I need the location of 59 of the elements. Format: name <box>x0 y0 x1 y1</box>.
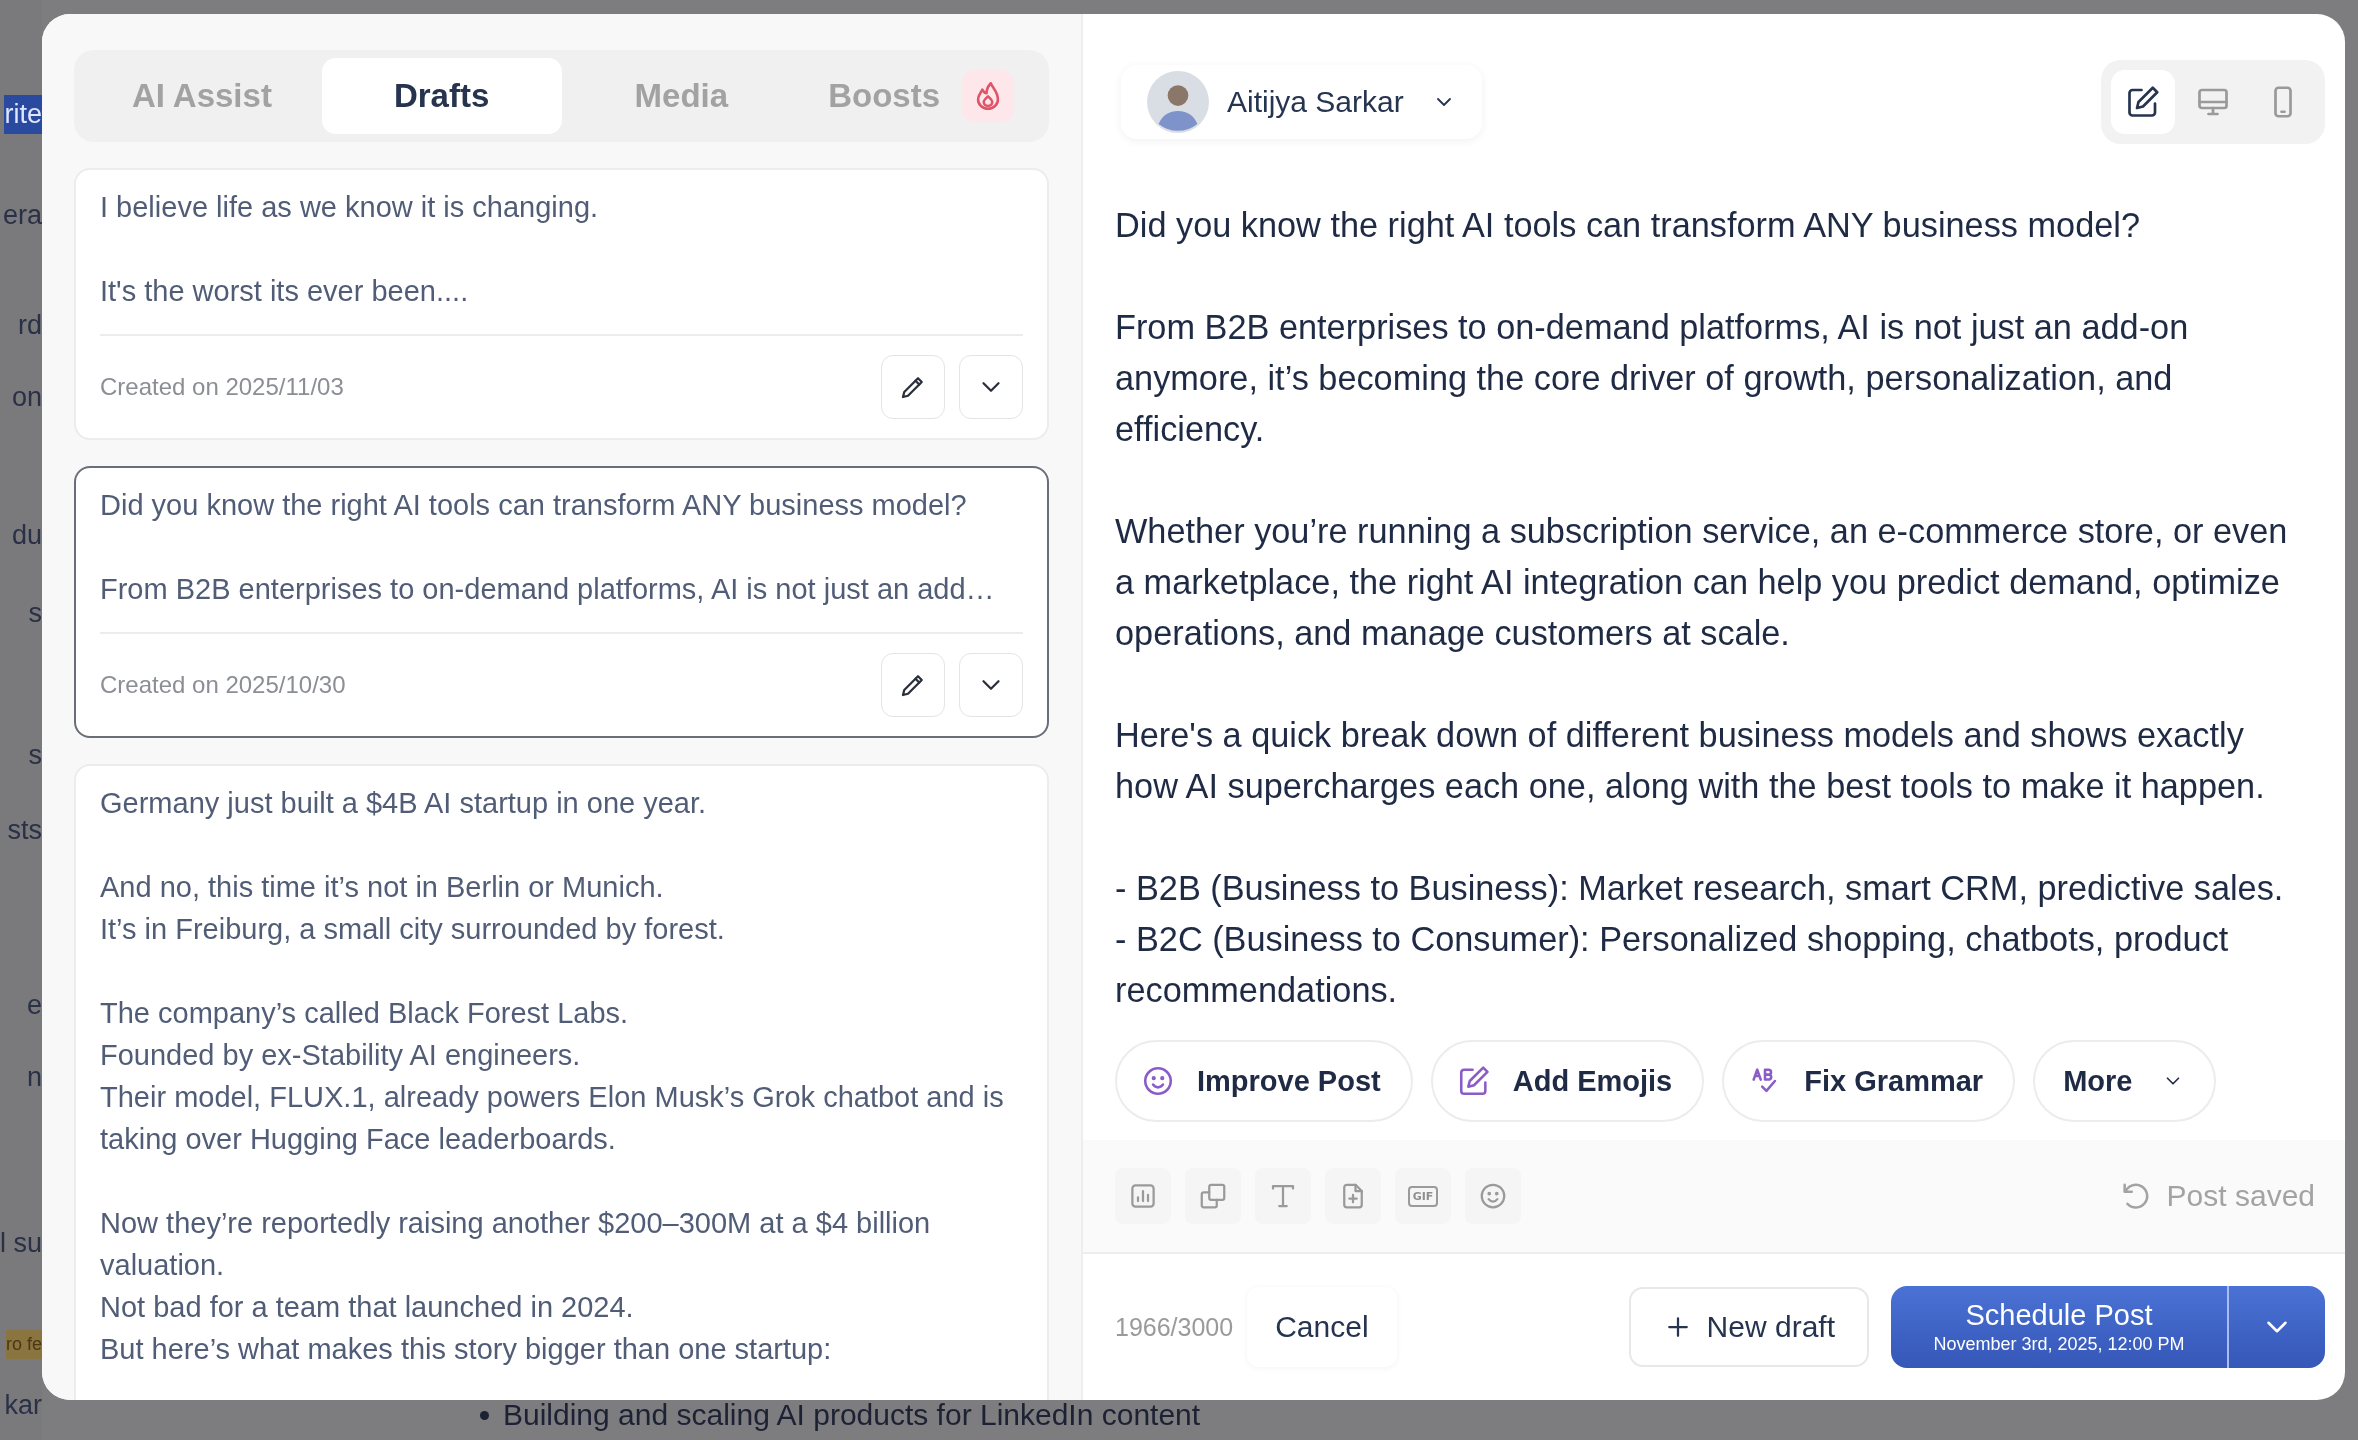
bullet-icon <box>480 1410 489 1420</box>
text-button[interactable] <box>1255 1168 1311 1224</box>
draft-text: Germany just built a $4B AI startup in one year. <box>100 786 708 821</box>
sidebar-label: kar <box>4 1390 42 1421</box>
ai-action-button[interactable]: Improve Post <box>1115 1040 1413 1122</box>
sidebar-label: s <box>28 598 42 629</box>
new-draft-button[interactable]: New draft <box>1628 1287 1869 1367</box>
post-text: Here's a quick break down of different business models and shows exactly how AI supercharges each one, along with the best tools to make it happen. <box>1115 715 2266 807</box>
post-text: Did you know the right AI tools can transform ANY business model? <box>1115 205 2141 246</box>
post-text: - B2B (Business to Business): Market research, smart CRM, predictive sales. - B2C (Business to Consumer): Personalized shopping, chatbots, product recommendations. <box>1115 868 2285 1011</box>
edit-button[interactable] <box>881 653 945 717</box>
copy-button[interactable] <box>1185 1168 1241 1224</box>
edit-view-button[interactable] <box>2111 70 2175 134</box>
created-date: Created on 2025/10/30 <box>100 671 347 699</box>
schedule-options-button[interactable] <box>2227 1286 2325 1368</box>
content-text: Building and scaling AI products for LinkedIn content <box>503 1398 1201 1432</box>
post-text: Whether you’re running a subscription service, an e-commerce store, or even a marketplace, the right AI integration can help you predict demand, optimize operations, and manage customers at scale. <box>1115 511 2289 654</box>
draft-card-selected[interactable]: Did you know the right AI tools can transform ANY business model? From B2B enterprises to on-demand platforms, AI is not just an add… Created on 2025/10/30 <box>74 466 1049 738</box>
sidebar-label: e <box>26 990 42 1021</box>
draft-card[interactable] <box>74 764 1049 1400</box>
ai-action-button[interactable]: Add Emojis <box>1430 1040 1705 1122</box>
chart-button[interactable] <box>1115 1168 1171 1224</box>
created-date: Created on 2025/11/03 <box>100 373 345 401</box>
sidebar-label: rite <box>4 95 42 134</box>
sidebar-label: on <box>11 382 42 413</box>
sidebar-label: n <box>26 1062 42 1093</box>
chart-icon <box>1128 1181 1158 1211</box>
sidebar-label: s <box>28 740 42 771</box>
draft-text: It's the worst its ever been.... <box>100 274 470 309</box>
draft-text: I believe life as we know it is changing. <box>100 190 600 225</box>
sidebar-label: era <box>2 200 42 231</box>
draft-text: Did you know the right AI tools can transform ANY business model? <box>100 488 968 523</box>
post-text: From B2B enterprises to on-demand platforms, AI is not just an add-on anymore, it’s becoming the core driver of growth, personalization, and efficiency. <box>1115 307 2190 450</box>
tab[interactable]: Drafts <box>321 58 562 134</box>
ai-action-button[interactable]: Fix Grammar <box>1722 1040 2016 1122</box>
sidebar-label: du <box>11 520 42 551</box>
draft-text: The company’s called Black Forest Labs. Founded by ex-Stability AI engineers. Their model, FLUX.1, already powers Elon Musk’s Grok chatbot and is taking over Hugging Face leaderboards. <box>100 996 1005 1157</box>
schedule-post-button[interactable]: Schedule Post November 3rd, 2025, 12:00 PM <box>1891 1286 2227 1368</box>
avatar-icon <box>1147 71 1209 133</box>
more-dropdown[interactable]: More <box>2033 1040 2217 1122</box>
smile-icon <box>1478 1181 1508 1211</box>
draft-text: Now they’re reportedly raising another $200–300M at a $4 billion valuation. Not bad for a team that launched in 2024. But here’s what makes this story bigger than one startup: <box>100 1206 932 1367</box>
edit-button[interactable] <box>881 355 945 419</box>
sidebar-label: ro fe <box>5 1330 42 1359</box>
save-status: Post saved <box>2166 1179 2315 1213</box>
smile-button[interactable] <box>1465 1168 1521 1224</box>
draft-card[interactable]: I believe life as we know it is changing. It's the worst its ever been.... Created on 2025/11/03 <box>74 168 1049 440</box>
draft-text: And no, this time it’s not in Berlin or Munich. It’s in Freiburg, a small city surrounded by forest. <box>100 870 726 947</box>
add-file-button[interactable] <box>1325 1168 1381 1224</box>
copy-icon <box>1198 1181 1228 1211</box>
sidebar-label: l su <box>0 1228 42 1259</box>
sidebar-label: sts <box>7 815 42 846</box>
author-selector[interactable]: Aitijya Sarkar <box>1121 65 1482 139</box>
sidebar-label: rd <box>18 310 42 341</box>
smile-icon <box>1141 1064 1175 1098</box>
draft-text: From B2B enterprises to on-demand platforms, AI is not just an add… <box>100 572 996 607</box>
cancel-button[interactable]: Cancel <box>1247 1287 1397 1367</box>
edit-icon <box>2125 84 2161 120</box>
character-count: 1966/3000 <box>1115 1312 1234 1342</box>
